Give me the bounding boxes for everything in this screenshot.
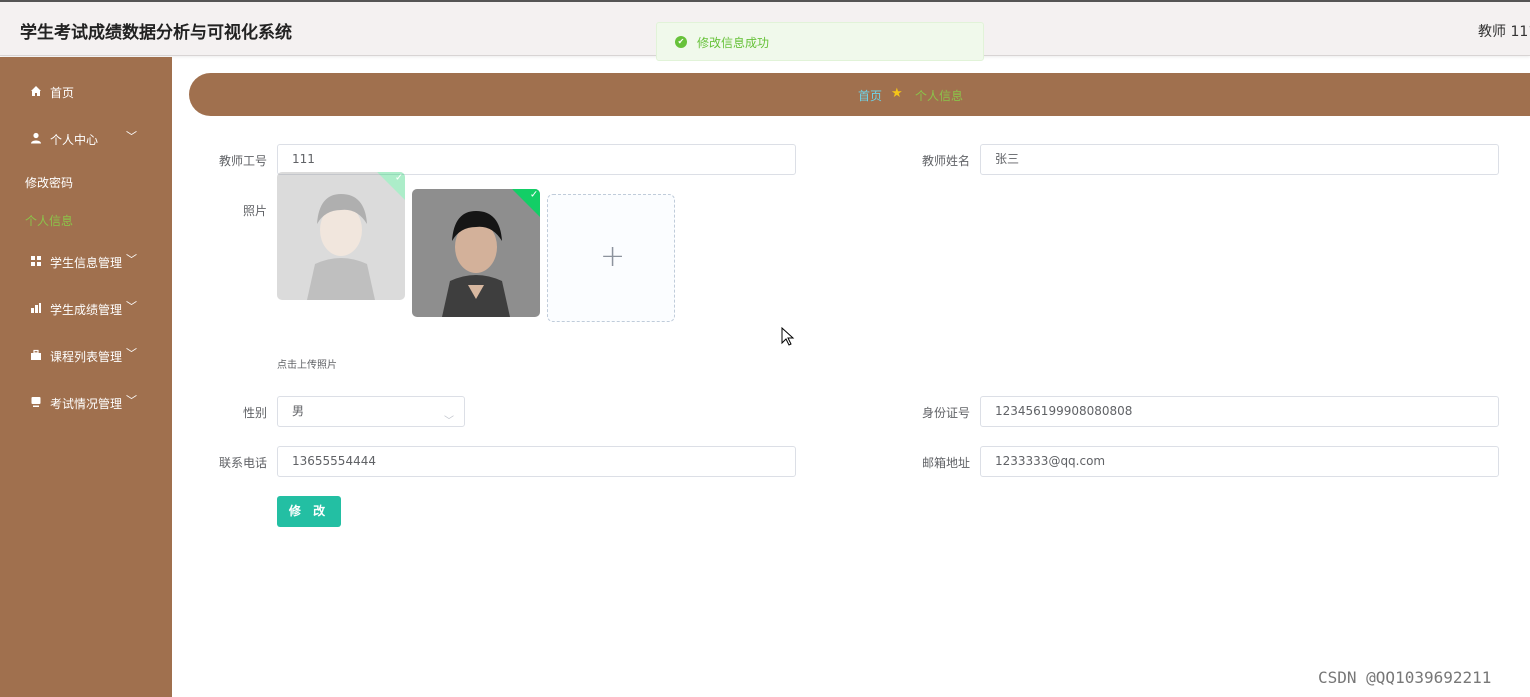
sidebar-item-exam-status[interactable]: 考试情况管理 ﹀ bbox=[0, 382, 172, 422]
teacher-id-input[interactable]: 111 bbox=[277, 144, 796, 175]
sidebar-item-student-scores[interactable]: 学生成绩管理 ﹀ bbox=[0, 288, 172, 328]
toast-message: 修改信息成功 bbox=[697, 36, 770, 50]
sidebar-item-label: 个人中心 bbox=[50, 133, 99, 147]
star-icon: ★ bbox=[891, 86, 903, 101]
sidebar-item-label: 学生信息管理 bbox=[50, 256, 123, 270]
chevron-down-icon: ﹀ bbox=[126, 394, 137, 407]
sidebar-item-label: 学生成绩管理 bbox=[50, 303, 123, 317]
sidebar: 首页 个人中心 ﹀ 修改密码 个人信息 学生信息管理 ﹀ 学生成绩管理 ﹀ 课程… bbox=[0, 57, 172, 697]
id-card-label: 身份证号 bbox=[921, 406, 970, 420]
email-label: 邮箱地址 bbox=[921, 456, 970, 470]
gender-select-value: 男 bbox=[292, 404, 305, 418]
breadcrumb-home-link[interactable]: 首页 bbox=[858, 87, 882, 104]
upload-tip: 点击上传照片 bbox=[277, 360, 337, 371]
sidebar-item-label: 首页 bbox=[50, 86, 75, 100]
sidebar-item-student-info[interactable]: 学生信息管理 ﹀ bbox=[0, 241, 172, 281]
photo-label: 照片 bbox=[242, 204, 267, 218]
sidebar-item-home[interactable]: 首页 bbox=[0, 71, 172, 111]
teacher-id-label: 教师工号 bbox=[218, 154, 267, 168]
gender-label: 性别 bbox=[242, 406, 267, 420]
teacher-name-label: 教师姓名 bbox=[921, 154, 970, 168]
chevron-down-icon: ﹀ bbox=[126, 253, 137, 266]
sidebar-subitem-personal-info[interactable]: 个人信息 bbox=[25, 212, 73, 229]
email-input[interactable]: 1233333@qq.com bbox=[980, 446, 1499, 477]
uploaded-photo[interactable]: ✓ bbox=[412, 189, 540, 317]
monitor-icon bbox=[31, 397, 41, 407]
app-title: 学生考试成绩数据分析与可视化系统 bbox=[20, 23, 292, 43]
portrait-image bbox=[412, 189, 540, 317]
briefcase-icon bbox=[31, 349, 41, 360]
uploaded-photo[interactable]: ✓ bbox=[277, 172, 405, 300]
sidebar-item-label: 考试情况管理 bbox=[50, 397, 123, 411]
phone-input[interactable]: 13655554444 bbox=[277, 446, 796, 477]
chevron-down-icon: ﹀ bbox=[444, 416, 454, 427]
phone-label: 联系电话 bbox=[218, 456, 267, 470]
check-circle-icon: ✔ bbox=[675, 36, 687, 48]
chevron-down-icon: ﹀ bbox=[126, 130, 137, 143]
grid-icon bbox=[31, 256, 41, 266]
submit-button[interactable]: 修 改 bbox=[277, 496, 341, 527]
portrait-image bbox=[277, 172, 405, 300]
breadcrumb-current: 个人信息 bbox=[915, 89, 964, 103]
teacher-name-input[interactable]: 张三 bbox=[980, 144, 1499, 175]
gender-select[interactable]: 男 ﹀ bbox=[277, 396, 465, 427]
photo-upload-button[interactable]: + bbox=[547, 194, 675, 322]
sidebar-item-course-list[interactable]: 课程列表管理 ﹀ bbox=[0, 335, 172, 375]
home-icon bbox=[31, 86, 41, 96]
breadcrumb: 首页 ★ 个人信息 bbox=[189, 73, 1530, 116]
chart-icon bbox=[31, 303, 41, 313]
mouse-cursor-icon bbox=[781, 327, 795, 346]
chevron-down-icon: ﹀ bbox=[126, 300, 137, 313]
id-card-input[interactable]: 123456199908080808 bbox=[980, 396, 1499, 427]
user-label[interactable]: 教师 111 bbox=[1478, 21, 1530, 41]
watermark: CSDN @QQ1039692211 bbox=[1318, 668, 1492, 687]
chevron-down-icon: ﹀ bbox=[126, 347, 137, 360]
sidebar-item-label: 课程列表管理 bbox=[50, 350, 123, 364]
sidebar-subitem-change-password[interactable]: 修改密码 bbox=[25, 174, 73, 191]
plus-icon: + bbox=[600, 239, 626, 274]
user-icon bbox=[31, 132, 41, 144]
success-toast: ✔ 修改信息成功 bbox=[656, 22, 984, 61]
sidebar-item-personal-center[interactable]: 个人中心 ﹀ bbox=[0, 118, 172, 158]
